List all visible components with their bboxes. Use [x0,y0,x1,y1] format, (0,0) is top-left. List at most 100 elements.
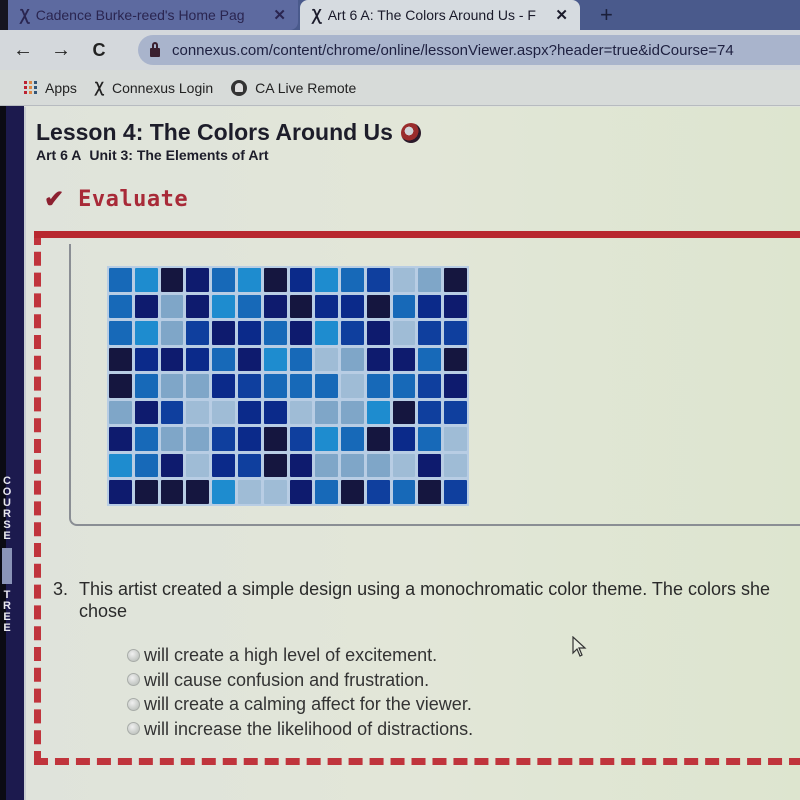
mosaic-tile [263,374,287,398]
radio-button[interactable] [127,648,140,662]
close-icon[interactable]: ✕ [555,6,568,24]
mosaic-tile [315,427,339,451]
tab-title: Cadence Burke-reed's Home Pag [35,7,245,23]
option-label[interactable]: will cause confusion and frustration. [144,668,429,693]
mosaic-tile [341,294,364,319]
mosaic-tile [237,321,261,345]
lock-icon[interactable] [150,41,160,57]
mosaic-tile [341,374,364,398]
bookmarks-bar: Apps Ꭓ Connexus Login CA Live Remote [0,70,800,106]
mosaic-tile [444,453,467,478]
mosaic-tile [109,453,132,478]
mosaic-tile [366,427,390,451]
mosaic-tile [237,374,261,398]
answer-option-4[interactable]: will increase the likelihood of distract… [127,717,473,742]
mosaic-tile [366,321,390,345]
mosaic-tile [186,400,210,425]
mosaic-tile [263,321,287,345]
radio-button[interactable] [127,697,140,711]
mosaic-tile [289,268,313,292]
globe-icon[interactable] [400,122,421,143]
bookmark-ca-live-remote[interactable]: CA Live Remote [231,79,356,96]
connexus-logo-icon: Ꭓ [312,7,322,24]
bookmark-connexus-login[interactable]: Ꭓ Connexus Login [95,78,213,97]
left-sidebar: COURSE TREE [0,106,24,800]
mosaic-tile [289,374,313,398]
mosaic-tile [186,427,210,451]
mosaic-tile [418,374,442,398]
mosaic-tile [237,427,261,451]
option-label[interactable]: will increase the likelihood of distract… [144,717,473,742]
unit-name: Unit 3: The Elements of Art [89,147,269,163]
window-edge [0,0,8,30]
option-label[interactable]: will create a calming affect for the vie… [144,692,472,717]
mosaic-tile [212,347,235,372]
radio-button[interactable] [127,673,140,687]
mosaic-tile [366,268,390,292]
mosaic-tile [186,453,210,478]
section-header: ✔ Evaluate [44,185,188,214]
close-icon[interactable]: ✕ [273,6,286,24]
mosaic-tile [134,480,158,504]
mosaic-tile [237,268,261,292]
course-tab-label[interactable]: COURSE [0,476,14,542]
mosaic-tile [315,321,339,345]
lesson-title-text: Lesson 4: The Colors Around Us [36,119,393,145]
mosaic-tile [392,400,416,425]
url-text: connexus.com/content/chrome/online/lesso… [172,41,734,59]
option-label[interactable]: will create a high level of excitement. [144,643,437,668]
mosaic-tile [237,453,261,478]
answer-option-1[interactable]: will create a high level of excitement. [127,643,473,668]
mosaic-tile [237,400,261,425]
mosaic-tile [109,294,132,319]
mosaic-tile [392,374,416,398]
mosaic-tile [418,321,442,345]
mosaic-tile [289,427,313,451]
mosaic-tile [315,268,339,292]
mosaic-tile [341,321,364,345]
mosaic-tile [341,480,364,504]
mosaic-tile [109,480,132,504]
mosaic-tile [109,268,132,292]
mosaic-tile [315,453,339,478]
mosaic-tile [160,321,184,345]
forward-button[interactable]: → [46,39,76,62]
radio-button[interactable] [127,722,140,736]
mosaic-tile [418,427,442,451]
course-tree-toggle[interactable]: COURSE TREE [0,476,14,634]
tree-tab-label[interactable]: TREE [0,590,14,634]
bookmark-apps[interactable]: Apps [24,80,77,96]
collapse-handle-icon[interactable] [2,548,12,584]
mosaic-tile [341,453,364,478]
mosaic-tile [263,347,287,372]
tab-home-page[interactable]: Ꭓ Cadence Burke-reed's Home Pag ✕ [8,0,298,30]
mosaic-tile [186,480,210,504]
mosaic-tile [212,453,235,478]
mosaic-tile [160,347,184,372]
answer-option-2[interactable]: will cause confusion and frustration. [127,668,473,693]
answer-option-3[interactable]: will create a calming affect for the vie… [127,692,473,717]
mosaic-tile [263,400,287,425]
mosaic-tile [134,321,158,345]
back-button[interactable]: ← [8,39,38,62]
sidebar-tab-letter: E [3,622,11,634]
mosaic-tile [366,480,390,504]
mosaic-tile [160,268,184,292]
mosaic-tile [160,294,184,319]
mosaic-tile [392,453,416,478]
mosaic-tile [134,400,158,425]
tab-strip: Ꭓ Cadence Burke-reed's Home Pag ✕ Ꭓ Art … [0,0,800,30]
mosaic-tile [341,347,364,372]
course-name: Art 6 A [36,147,82,163]
address-bar[interactable]: connexus.com/content/chrome/online/lesso… [138,35,800,65]
new-tab-button[interactable]: + [600,2,613,28]
reload-button[interactable]: C [84,40,114,61]
mosaic-tile [237,480,261,504]
tab-art-lesson[interactable]: Ꭓ Art 6 A: The Colors Around Us - F ✕ [300,0,580,30]
mosaic-tile [341,268,364,292]
mosaic-tile [263,453,287,478]
browser-toolbar: ← → C connexus.com/content/chrome/online… [0,30,800,70]
checkmark-icon: ✔ [44,186,65,213]
mosaic-tile [444,268,467,292]
mosaic-tile [160,374,184,398]
